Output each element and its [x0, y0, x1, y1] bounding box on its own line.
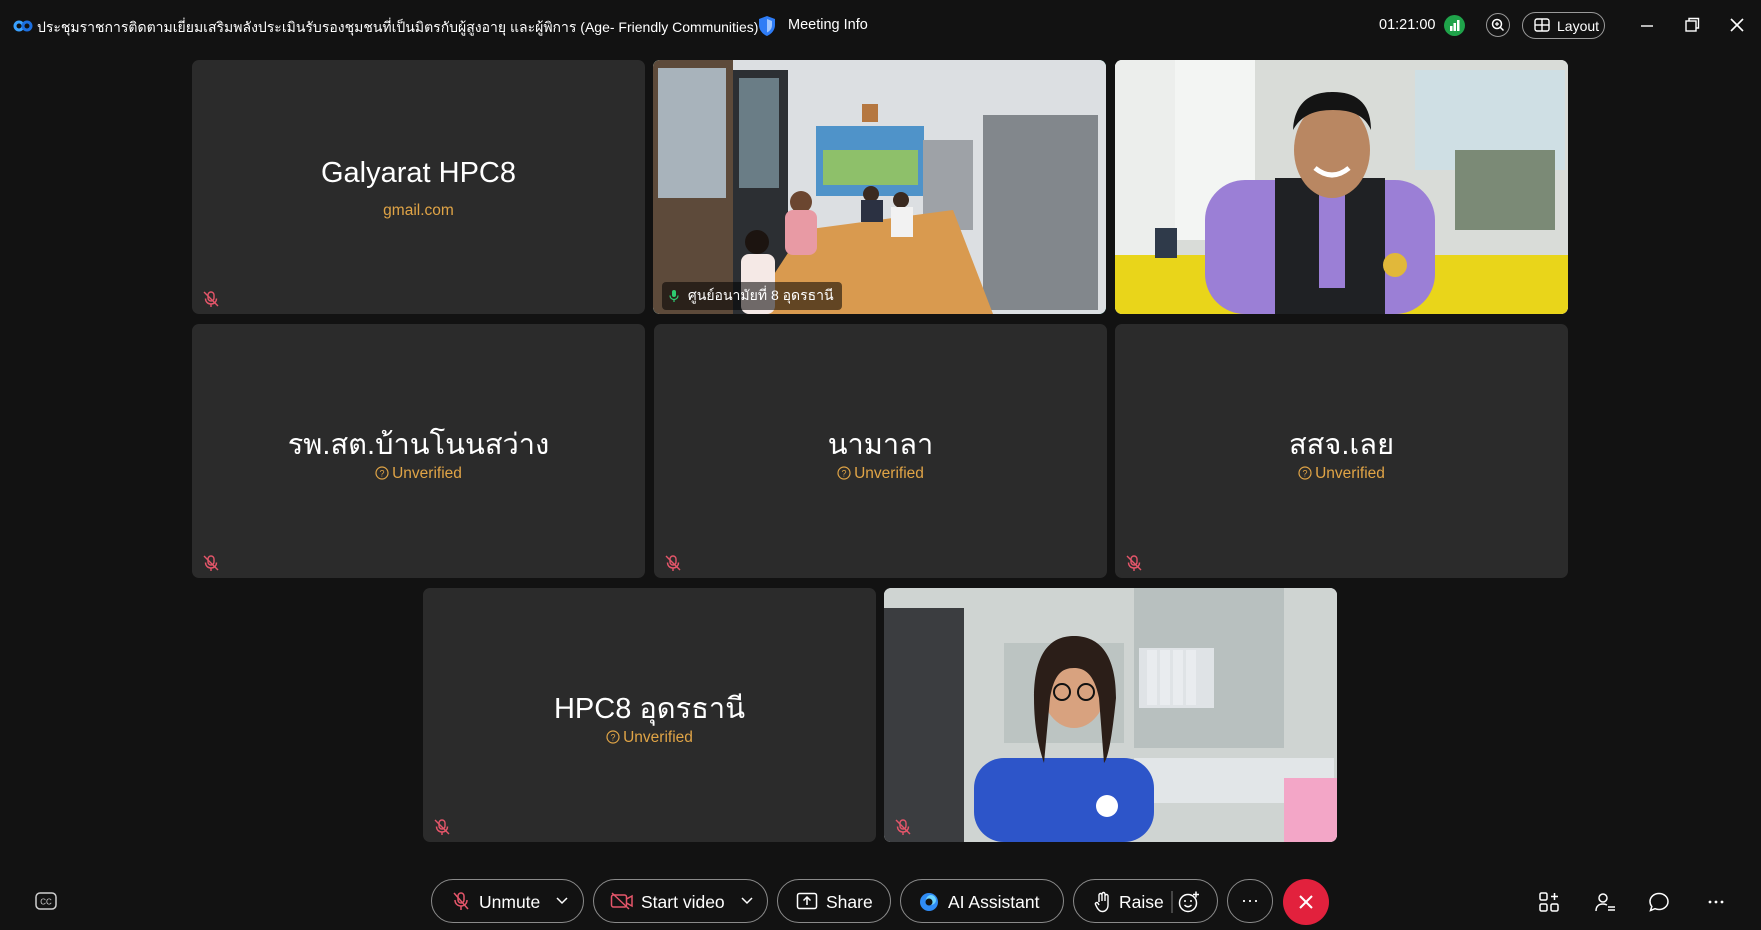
mute-icon [203, 291, 219, 307]
share-icon [796, 892, 818, 910]
camera-off-icon [610, 892, 633, 910]
shield-icon[interactable] [757, 15, 777, 37]
apps-icon[interactable] [1538, 891, 1560, 913]
video-feed [653, 60, 1106, 314]
layout-icon [1534, 18, 1550, 32]
participant-name-tag: ศูนย์อนามัยที่ 8 อุดรธานี [662, 282, 842, 310]
ai-assistant-label: AI Assistant [948, 892, 1040, 912]
raise-label: Raise [1119, 892, 1164, 912]
mute-icon [665, 555, 681, 571]
unverified-badge: ? Unverified [1115, 465, 1568, 483]
svg-text:CC: CC [40, 898, 52, 907]
divider [1171, 891, 1173, 913]
layout-label: Layout [1557, 18, 1600, 34]
raise-hand-button[interactable]: Raise [1073, 879, 1218, 923]
more-icon: ··· [1241, 890, 1259, 910]
leave-icon [1299, 895, 1313, 909]
question-icon: ? [837, 466, 851, 480]
unverified-badge: ? Unverified [192, 465, 645, 483]
meeting-title: ประชุมราชการติดตามเยี่ยมเสริมพลังประเมิน… [37, 19, 759, 35]
mic-icon [669, 290, 679, 303]
restore-icon[interactable] [1681, 14, 1703, 36]
svg-text:?: ? [380, 469, 385, 479]
share-button[interactable]: Share [777, 879, 891, 923]
ai-icon [920, 893, 938, 911]
chevron-down-icon [556, 897, 568, 905]
participant-tile[interactable]: นามาลา ? Unverified [654, 324, 1107, 578]
unmute-label: Unmute [479, 892, 541, 912]
meeting-info-link[interactable]: Meeting Info [788, 17, 868, 33]
signal-icon[interactable] [1444, 15, 1465, 36]
hand-icon [1094, 891, 1109, 913]
mute-icon [434, 819, 450, 835]
mute-icon [895, 819, 911, 835]
share-label: Share [826, 892, 873, 912]
svg-text:?: ? [611, 733, 616, 743]
svg-text:?: ? [1303, 469, 1308, 479]
question-icon: ? [1298, 466, 1312, 480]
unverified-badge: ? Unverified [654, 465, 1107, 483]
mute-icon [1126, 555, 1142, 571]
webex-icon [13, 20, 33, 32]
unverified-badge: ? Unverified [423, 729, 876, 747]
question-icon: ? [375, 466, 389, 480]
participant-name: นามาลา [827, 429, 934, 461]
reaction-icon[interactable] [1177, 890, 1201, 914]
layout-button[interactable]: Layout [1522, 12, 1605, 39]
participant-name: รพ.สต.บ้านโนนสว่าง [287, 429, 550, 461]
chevron-down-icon [741, 897, 753, 905]
leave-button[interactable] [1283, 879, 1329, 925]
participant-name: HPC8 อุดรธานี [553, 693, 746, 725]
participant-tile[interactable]: รพ.สต.บ้านโนนสว่าง ? Unverified [192, 324, 645, 578]
title-bar: ประชุมราชการติดตามเยี่ยมเสริมพลังประเมิน… [0, 0, 1761, 52]
zoom-icon[interactable] [1486, 13, 1510, 37]
close-icon[interactable] [1726, 14, 1748, 36]
participant-tile[interactable]: Galyarat HPC8 gmail.com [192, 60, 645, 314]
participant-name: สสจ.เลย [1288, 429, 1395, 461]
mute-icon [453, 892, 469, 910]
participants-icon[interactable] [1594, 891, 1616, 913]
start-video-button[interactable]: Start video [593, 879, 768, 923]
participant-email: gmail.com [383, 202, 454, 219]
more-icon[interactable] [1705, 891, 1727, 913]
meeting-timer: 01:21:00 [1379, 17, 1436, 33]
cc-icon[interactable]: CC [35, 892, 57, 910]
start-video-label: Start video [641, 892, 725, 912]
mute-icon [203, 555, 219, 571]
participant-video-tile[interactable] [1115, 60, 1568, 314]
participant-video-tile[interactable] [884, 588, 1337, 842]
unmute-button[interactable]: Unmute [431, 879, 584, 923]
minimize-icon[interactable] [1636, 14, 1658, 36]
participant-video-tile[interactable]: ศูนย์อนามัยที่ 8 อุดรธานี [653, 60, 1106, 314]
participant-tile[interactable]: HPC8 อุดรธานี ? Unverified [423, 588, 876, 842]
participant-tile[interactable]: สสจ.เลย ? Unverified [1115, 324, 1568, 578]
question-icon: ? [606, 730, 620, 744]
ai-assistant-button[interactable]: AI Assistant [900, 879, 1064, 923]
video-feed [884, 588, 1337, 842]
participant-name: Galyarat HPC8 [320, 157, 516, 189]
more-options-button[interactable]: ··· [1227, 879, 1273, 923]
svg-text:?: ? [842, 469, 847, 479]
video-feed [1115, 60, 1568, 314]
participant-name: ศูนย์อนามัยที่ 8 อุดรธานี [687, 287, 834, 303]
chat-icon[interactable] [1648, 891, 1670, 913]
